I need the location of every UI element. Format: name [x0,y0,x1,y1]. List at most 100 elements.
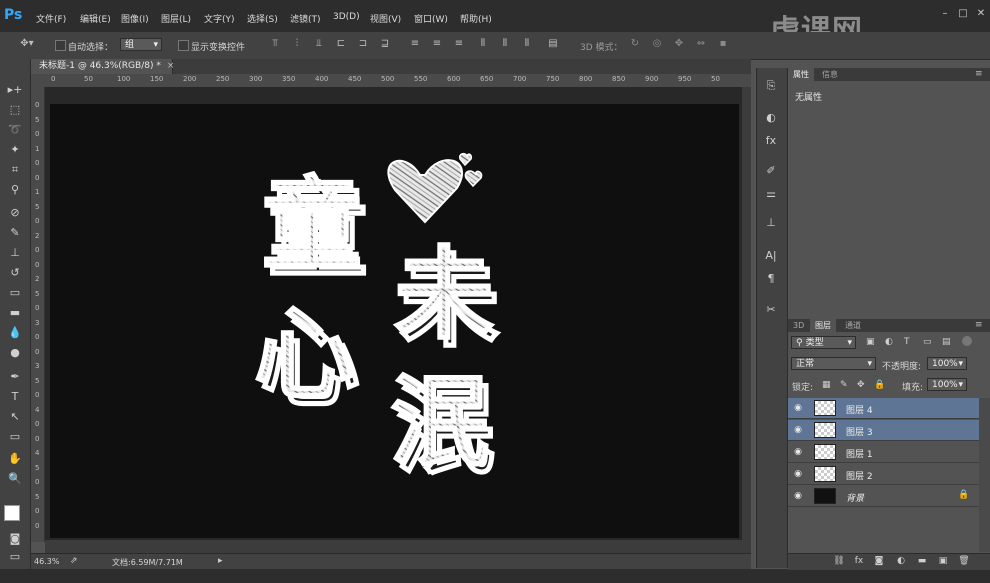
3d-slide-icon[interactable]: ⇔ [694,37,708,51]
layer-mask-icon[interactable]: ◙ [873,555,885,567]
auto-select-dropdown[interactable]: 组 ▾ [120,38,162,51]
magic-wand-icon[interactable]: ✦ [6,141,24,159]
lock-move-icon[interactable]: ✥ [857,380,865,390]
eraser-tool-icon[interactable]: ▭ [6,284,24,302]
distribute-top-icon[interactable]: ≡ [408,37,422,51]
distribute-vcenter-icon[interactable]: ≡ [430,37,444,51]
restore-icon[interactable]: □ [956,8,970,20]
lock-transparent-icon[interactable]: ▦ [822,380,831,390]
close-tab-icon[interactable]: × [167,61,175,71]
tab-properties[interactable]: 属性 [788,68,814,81]
align-left-icon[interactable]: ⊏ [334,37,348,51]
tab-channels[interactable]: 通道 [840,319,866,332]
filter-adjustment-icon[interactable]: ◐ [885,337,893,347]
type-tool-icon[interactable]: T [6,388,24,406]
marquee-tool-icon[interactable]: ⬚ [6,101,24,119]
menu-window[interactable]: 窗口(W) [414,12,448,25]
menu-file[interactable]: 文件(F) [36,12,66,25]
menu-select[interactable]: 选择(S) [247,12,278,25]
auto-select-checkbox[interactable] [55,40,66,51]
layer-row[interactable]: ◉ 图层 3 [788,420,979,441]
panel-menu-icon[interactable]: ≡ [975,320,983,330]
menu-filter[interactable]: 滤镜(T) [290,12,321,25]
3d-rotate-icon[interactable]: ↻ [628,37,642,51]
delete-layer-icon[interactable]: 🗑 [958,555,970,567]
distribute-right-icon[interactable]: ⦀ [520,37,534,51]
paragraph-panel-icon[interactable]: ¶ [763,271,779,287]
vertical-scrollbar[interactable] [742,87,751,540]
filter-smart-object-icon[interactable]: ▤ [942,337,951,347]
adjustment-layer-icon[interactable]: ◐ [895,555,907,567]
share-icon[interactable]: ⇗ [70,556,78,566]
visibility-eye-icon[interactable]: ◉ [793,491,803,501]
3d-pan-icon[interactable]: ✥ [672,37,686,51]
panel-menu-icon[interactable]: ≡ [975,69,983,79]
brush-tool-icon[interactable]: ✎ [6,224,24,242]
pen-tool-icon[interactable]: ✒ [6,368,24,386]
menu-3d[interactable]: 3D(D) [333,12,360,22]
status-menu-arrow-icon[interactable]: ▸ [218,556,223,566]
align-hcenter-icon[interactable]: ⊐ [356,37,370,51]
dodge-tool-icon[interactable]: ● [6,344,24,362]
zoom-level[interactable]: 46.3% [34,557,59,566]
document-tab[interactable]: 未标题-1 @ 46.3%(RGB/8) * × [31,59,175,74]
hand-tool-icon[interactable]: ✋ [6,450,24,468]
menu-help[interactable]: 帮助(H) [460,12,492,25]
new-layer-icon[interactable]: ▣ [937,555,949,567]
move-tool-icon[interactable]: ✥▾ [16,37,38,51]
eyedropper-icon[interactable]: ⚲ [6,181,24,199]
character-panel-icon[interactable]: A| [763,248,779,264]
tab-3d[interactable]: 3D [788,319,809,332]
align-right-icon[interactable]: ⊒ [378,37,392,51]
menu-view[interactable]: 视图(V) [370,12,401,25]
lasso-tool-icon[interactable]: ➰ [6,121,24,139]
distribute-left-icon[interactable]: ⦀ [476,37,490,51]
gradient-tool-icon[interactable]: ▬ [6,304,24,322]
crop-tool-icon[interactable]: ⌗ [6,161,24,179]
adjustments-panel-icon[interactable]: ◐ [763,110,779,126]
blend-mode-dropdown[interactable]: 正常 ▾ [791,357,876,370]
screen-mode-icon[interactable]: ▭ [6,548,24,566]
shape-tool-icon[interactable]: ▭ [6,428,24,446]
layer-row[interactable]: ◉ 图层 4 [788,398,979,419]
blur-tool-icon[interactable]: 💧 [6,324,24,342]
link-layers-icon[interactable]: ⛓ [833,555,845,567]
visibility-eye-icon[interactable]: ◉ [793,425,803,435]
horizontal-scrollbar[interactable] [45,540,751,553]
lock-all-icon[interactable]: 🔒 [874,380,885,390]
layer-style-icon[interactable]: fx [853,555,865,567]
filter-shape-icon[interactable]: ▭ [923,337,932,347]
filter-toggle[interactable] [962,336,972,346]
menu-image[interactable]: 图像(I) [121,12,149,25]
history-brush-icon[interactable]: ↺ [6,264,24,282]
layer-filter-dropdown[interactable]: ⚲ 类型 ▾ [791,336,856,349]
visibility-eye-icon[interactable]: ◉ [793,447,803,457]
distribute-bottom-icon[interactable]: ≡ [452,37,466,51]
clone-source-icon[interactable]: ⊥ [763,215,779,231]
filter-type-icon[interactable]: T [904,337,910,347]
distribute-hcenter-icon[interactable]: ⦀ [498,37,512,51]
tab-layers[interactable]: 图层 [810,319,836,332]
align-top-icon[interactable]: ⫪ [268,37,282,51]
align-vcenter-icon[interactable]: ⫶ [290,37,304,51]
styles-panel-icon[interactable]: fx [763,133,779,149]
foreground-color-swatch[interactable] [4,505,20,521]
healing-brush-icon[interactable]: ⊘ [6,204,24,222]
path-select-icon[interactable]: ↖ [6,408,24,426]
history-panel-icon[interactable]: ⎘ [763,78,779,94]
filter-pixel-icon[interactable]: ▣ [866,337,875,347]
3d-roll-icon[interactable]: ◎ [650,37,664,51]
zoom-tool-icon[interactable]: 🔍 [6,470,24,488]
visibility-eye-icon[interactable]: ◉ [793,469,803,479]
clone-stamp-icon[interactable]: ⊥ [6,244,24,262]
new-group-icon[interactable]: ▬ [916,555,928,567]
layers-scrollbar[interactable] [979,398,990,552]
menu-edit[interactable]: 编辑(E) [80,12,111,25]
brush-panel-icon[interactable]: ✐ [763,163,779,179]
layer-row[interactable]: ◉ 图层 1 [788,442,979,463]
minimize-icon[interactable]: – [938,8,952,20]
lock-brush-icon[interactable]: ✎ [840,380,848,390]
layer-row[interactable]: ◉ 背景 🔒 [788,486,979,507]
layer-row[interactable]: ◉ 图层 2 [788,464,979,485]
opacity-input[interactable]: 100% ▾ [927,357,967,370]
